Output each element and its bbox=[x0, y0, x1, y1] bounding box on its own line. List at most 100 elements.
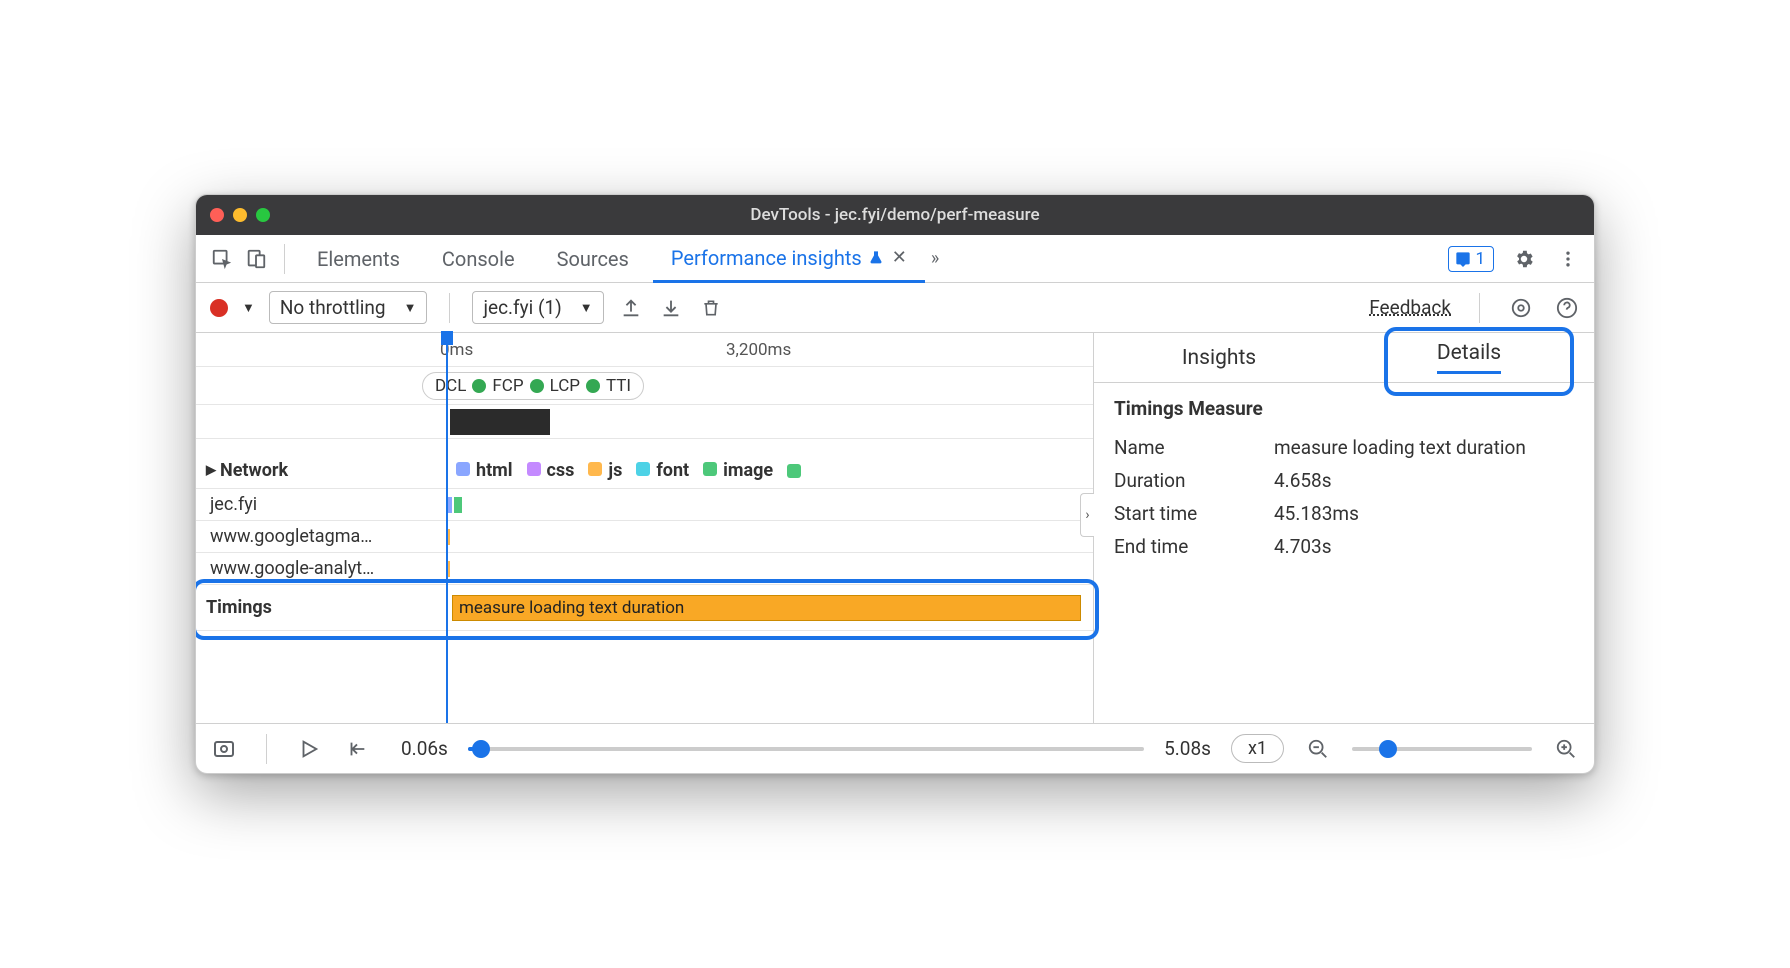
import-icon[interactable] bbox=[658, 295, 684, 321]
marker-dot-icon bbox=[530, 379, 544, 393]
marker-dot-icon bbox=[586, 379, 600, 393]
detail-row: Name measure loading text duration bbox=[1114, 436, 1574, 459]
swatch-image-icon bbox=[703, 462, 717, 476]
time-slider[interactable] bbox=[468, 747, 1144, 751]
record-button[interactable] bbox=[210, 299, 228, 317]
swatch-html-icon bbox=[456, 462, 470, 476]
timings-label: Timings bbox=[196, 597, 436, 618]
separator bbox=[1479, 293, 1480, 323]
flask-icon bbox=[868, 250, 884, 266]
more-tabs-icon[interactable]: » bbox=[931, 248, 939, 269]
tab-console[interactable]: Console bbox=[424, 235, 533, 283]
kebab-menu-icon[interactable] bbox=[1554, 245, 1582, 273]
main-tabs: Elements Console Sources Performance ins… bbox=[196, 235, 1594, 283]
legend-item: font bbox=[636, 460, 689, 481]
devtools-window: DevTools - jec.fyi/demo/perf-measure Ele… bbox=[195, 194, 1595, 774]
detail-value: 45.183ms bbox=[1274, 502, 1574, 525]
detail-value: measure loading text duration bbox=[1274, 436, 1574, 459]
close-tab-icon[interactable]: ✕ bbox=[892, 247, 907, 268]
tick-label: 3,200ms bbox=[726, 340, 791, 360]
details-section-title: Timings Measure bbox=[1114, 397, 1574, 420]
messages-count: 1 bbox=[1475, 249, 1485, 269]
tabbar-right: 1 bbox=[1448, 245, 1582, 273]
chevron-down-icon: ▼ bbox=[580, 300, 593, 316]
metric-marker-pill[interactable]: DCL FCP LCP TTI bbox=[422, 372, 644, 400]
chat-icon bbox=[1455, 251, 1471, 267]
legend-item: image bbox=[703, 460, 773, 481]
network-host: www.googletagma… bbox=[196, 526, 436, 547]
tab-label: Elements bbox=[317, 247, 400, 271]
detail-key: End time bbox=[1114, 535, 1274, 558]
rewind-icon[interactable] bbox=[343, 735, 371, 763]
panel-settings-icon[interactable] bbox=[1508, 295, 1534, 321]
network-section-header[interactable]: ▶ Network html css js font image bbox=[196, 453, 1093, 489]
overview-bar bbox=[450, 409, 550, 435]
inspect-icon[interactable] bbox=[208, 245, 236, 273]
network-host: www.google-analyt… bbox=[196, 558, 436, 579]
record-dropdown-icon[interactable]: ▼ bbox=[242, 300, 255, 316]
metrics-content: DCL FCP LCP TTI bbox=[436, 367, 1093, 404]
metric-label: DCL bbox=[435, 376, 466, 396]
tab-insights[interactable]: Insights bbox=[1094, 333, 1344, 382]
close-window-button[interactable] bbox=[210, 208, 224, 222]
recording-select[interactable]: jec.fyi (1) ▼ bbox=[472, 291, 603, 324]
minimize-window-button[interactable] bbox=[233, 208, 247, 222]
network-row[interactable]: www.google-analyt… bbox=[196, 553, 1093, 585]
device-toggle-icon[interactable] bbox=[242, 245, 270, 273]
network-row[interactable]: www.googletagma… bbox=[196, 521, 1093, 553]
metric-label: LCP bbox=[550, 376, 580, 396]
network-legend: html css js font image bbox=[436, 453, 1093, 488]
play-icon[interactable] bbox=[295, 735, 323, 763]
zoom-slider[interactable] bbox=[1352, 747, 1532, 751]
detail-row: End time 4.703s bbox=[1114, 535, 1574, 558]
main-content: 0ms 3,200ms DCL FCP LCP bbox=[196, 333, 1594, 723]
tab-details[interactable]: Details bbox=[1344, 333, 1594, 382]
request-bar[interactable] bbox=[454, 497, 462, 513]
throttling-select[interactable]: No throttling ▼ bbox=[269, 291, 428, 324]
timings-section: Timings measure loading text duration bbox=[196, 585, 1093, 631]
preview-toggle-icon[interactable] bbox=[210, 735, 238, 763]
throttling-label: No throttling bbox=[280, 296, 386, 319]
settings-gear-icon[interactable] bbox=[1510, 245, 1538, 273]
playback-bar: 0.06s 5.08s x1 bbox=[196, 723, 1594, 773]
zoom-out-icon[interactable] bbox=[1304, 735, 1332, 763]
ruler-ticks[interactable]: 0ms 3,200ms bbox=[436, 333, 1093, 366]
detail-key: Name bbox=[1114, 436, 1274, 459]
detail-key: Duration bbox=[1114, 469, 1274, 492]
delete-icon[interactable] bbox=[698, 295, 724, 321]
legend-item: css bbox=[527, 460, 575, 481]
export-icon[interactable] bbox=[618, 295, 644, 321]
tab-elements[interactable]: Elements bbox=[299, 235, 418, 283]
request-bar[interactable] bbox=[448, 497, 452, 513]
separator bbox=[284, 244, 285, 274]
window-controls bbox=[210, 208, 270, 222]
tab-sources[interactable]: Sources bbox=[539, 235, 647, 283]
swatch-js-icon bbox=[588, 462, 602, 476]
network-host: jec.fyi bbox=[196, 494, 436, 515]
messages-badge[interactable]: 1 bbox=[1448, 246, 1494, 272]
detail-row: Duration 4.658s bbox=[1114, 469, 1574, 492]
timeline-panel: 0ms 3,200ms DCL FCP LCP bbox=[196, 333, 1094, 723]
network-row[interactable]: jec.fyi bbox=[196, 489, 1093, 521]
zoom-level-pill[interactable]: x1 bbox=[1231, 734, 1284, 763]
zoom-in-icon[interactable] bbox=[1552, 735, 1580, 763]
network-label: Network bbox=[220, 460, 288, 481]
feedback-link[interactable]: Feedback bbox=[1369, 296, 1451, 319]
chevron-down-icon: ▼ bbox=[404, 300, 417, 316]
detail-key: Start time bbox=[1114, 502, 1274, 525]
legend-item: js bbox=[588, 460, 622, 481]
playhead[interactable] bbox=[446, 333, 448, 723]
help-icon[interactable] bbox=[1554, 295, 1580, 321]
toolbar-right: Feedback bbox=[1369, 293, 1580, 323]
maximize-window-button[interactable] bbox=[256, 208, 270, 222]
swatch-css-icon bbox=[527, 462, 541, 476]
window-title: DevTools - jec.fyi/demo/perf-measure bbox=[196, 205, 1594, 225]
timing-measure-bar[interactable]: measure loading text duration bbox=[452, 595, 1081, 621]
end-time: 5.08s bbox=[1164, 737, 1211, 760]
swatch-extra-icon bbox=[787, 464, 801, 478]
collapse-rightpane-handle[interactable]: › bbox=[1080, 493, 1094, 537]
detail-value: 4.703s bbox=[1274, 535, 1574, 558]
metrics-row: DCL FCP LCP TTI bbox=[196, 367, 1093, 405]
tab-performance-insights[interactable]: Performance insights ✕ bbox=[653, 235, 925, 283]
detail-row: Start time 45.183ms bbox=[1114, 502, 1574, 525]
